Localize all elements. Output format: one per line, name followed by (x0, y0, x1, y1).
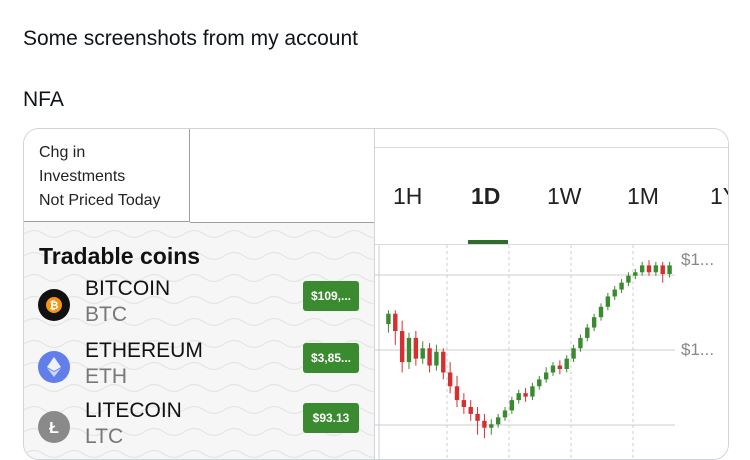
tab-1w[interactable]: 1W (547, 183, 582, 210)
candle-body (441, 351, 446, 373)
candle-body (523, 393, 528, 397)
candle-body (550, 365, 556, 373)
litecoin-icon: Ł (38, 411, 70, 443)
candle-body (537, 379, 542, 387)
coin-symbol: LTC (85, 425, 124, 448)
candle-body (502, 410, 508, 418)
post-text-line-1: Some screenshots from my account (23, 27, 358, 50)
price-badge[interactable]: $93.13 (303, 403, 359, 433)
candle-body (399, 331, 405, 363)
svg-text:₿: ₿ (50, 300, 59, 312)
candle-body (447, 372, 453, 387)
candle-body (626, 275, 631, 283)
price-axis-label-top: $1... (681, 250, 715, 269)
chg-line: Not Priced Today (39, 192, 161, 209)
candle-body (598, 306, 604, 318)
coin-name: LITECOIN (85, 399, 182, 422)
chg-line: Chg in (39, 144, 86, 161)
candle-body (660, 265, 665, 274)
candle-body (509, 400, 515, 411)
candle-body (633, 272, 638, 276)
tab-1d[interactable]: 1D (471, 183, 500, 210)
candle-body (605, 296, 611, 307)
tab-1y[interactable]: 1Y (710, 183, 728, 210)
tabs-top-border (375, 147, 728, 148)
coin-row-litecoin[interactable]: Ł LITECOIN LTC $93.13 (24, 399, 374, 459)
coin-row-bitcoin[interactable]: ₿ BITCOIN BTC $109,... (24, 277, 374, 339)
coin-row-ethereum[interactable]: ETHEREUM ETH $3,85... (24, 339, 374, 401)
price-badge[interactable]: $3,85... (303, 343, 359, 373)
chg-value-cell (190, 129, 374, 223)
screenshot-card[interactable]: Chg in Investments Not Priced Today Trad… (23, 128, 729, 460)
coin-name: BITCOIN (85, 277, 171, 300)
candle-body (420, 348, 425, 359)
candle-body (434, 351, 439, 366)
tradable-coins-section: Tradable coins ₿ BITCOIN BTC $109,... ET… (24, 223, 374, 459)
chart-panel: 1H 1D 1W 1M 1Y $1... $1... (375, 129, 728, 459)
candle-body (564, 358, 569, 369)
candle-body (427, 348, 432, 366)
candle-body (393, 313, 398, 331)
candle-body (461, 400, 467, 407)
candle-body (646, 265, 652, 273)
candle-body (585, 327, 590, 338)
candle-body (413, 337, 419, 359)
candle-body (557, 365, 563, 369)
portfolio-panel: Chg in Investments Not Priced Today Trad… (24, 129, 374, 459)
candle-body (516, 393, 521, 401)
svg-text:Ł: Ł (49, 420, 59, 436)
tab-1m[interactable]: 1M (627, 183, 659, 210)
chg-line: Investments (39, 168, 126, 185)
candle-body (619, 282, 624, 290)
candle-body (454, 386, 460, 401)
price-axis-label-mid: $1... (681, 340, 715, 359)
ethereum-icon (38, 351, 70, 383)
coin-symbol: ETH (85, 365, 127, 388)
coin-name: ETHEREUM (85, 339, 203, 362)
candle-body (468, 407, 473, 414)
candle-body (406, 337, 412, 363)
post-text-line-2: NFA (23, 88, 64, 111)
candle-body (591, 317, 597, 328)
candle-body (386, 313, 391, 325)
candle-body (482, 420, 487, 428)
candle-body (543, 372, 549, 380)
candle-body (530, 386, 535, 397)
candle-body (612, 289, 617, 297)
candlestick-chart[interactable] (375, 245, 728, 460)
candle-body (667, 265, 672, 274)
tab-1h[interactable]: 1H (393, 183, 422, 210)
candle-body (571, 348, 576, 359)
coin-symbol: BTC (85, 303, 127, 326)
candle-body (489, 424, 494, 428)
candle-body (653, 265, 659, 273)
candle-body (495, 417, 501, 425)
price-badge[interactable]: $109,... (303, 281, 359, 311)
bitcoin-icon: ₿ (38, 289, 70, 321)
candle-body (578, 337, 583, 349)
candle-body (639, 265, 645, 273)
candle-body (475, 413, 480, 421)
tradable-coins-title: Tradable coins (39, 243, 201, 269)
chg-investments-cell: Chg in Investments Not Priced Today (24, 129, 190, 222)
